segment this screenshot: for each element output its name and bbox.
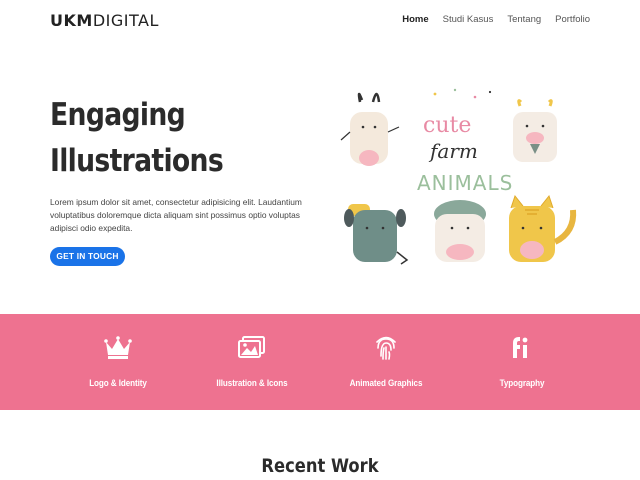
nav-item-studi-kasus[interactable]: Studi Kasus <box>443 14 494 25</box>
cute-farm-animals-lettering: cute farm ANIMALS <box>417 88 513 195</box>
service-illustration-icons[interactable]: Illustration & Icons <box>182 314 322 410</box>
lettering-farm: farm <box>428 139 478 163</box>
service-logo-identity[interactable]: Logo & Identity <box>48 314 188 410</box>
service-label: Illustration & Icons <box>216 378 288 388</box>
fingerprint-icon <box>376 336 396 360</box>
service-label: Logo & Identity <box>89 378 147 388</box>
service-animated-graphics[interactable]: Animated Graphics <box>316 314 456 410</box>
typography-icon <box>513 337 528 358</box>
images-icon <box>238 336 265 358</box>
nav-item-home[interactable]: Home <box>402 14 428 25</box>
hero-description: Lorem ipsum dolor sit amet, consectetur … <box>50 197 302 233</box>
dog-illustration <box>344 204 409 265</box>
service-label: Animated Graphics <box>349 378 423 388</box>
cat-illustration <box>509 194 577 262</box>
farm-animals-illustration: cute farm ANIMALS <box>340 88 577 265</box>
lettering-cute: cute <box>423 113 471 138</box>
nav-item-tentang[interactable]: Tentang <box>507 14 541 25</box>
hero-title-line-2: Illustrations <box>50 143 224 179</box>
service-label: Typography <box>499 378 545 388</box>
goat-illustration <box>513 99 557 162</box>
logo-bold-text: UKM <box>50 11 93 30</box>
lettering-animals: ANIMALS <box>417 171 513 195</box>
nav-item-portfolio[interactable]: Portfolio <box>555 14 590 25</box>
crown-icon <box>104 336 132 359</box>
hero-title: Engaging Illustrations <box>50 92 325 184</box>
recent-work-heading: Recent Work <box>261 455 379 477</box>
bunny-illustration <box>340 92 400 166</box>
hero-title-line-1: Engaging <box>50 97 186 133</box>
main-nav: Home Studi Kasus Tentang Portfolio <box>402 14 590 25</box>
service-typography[interactable]: Typography <box>452 314 592 410</box>
site-header: UKMDIGITAL Home Studi Kasus Tentang Port… <box>0 0 640 40</box>
site-logo[interactable]: UKMDIGITAL <box>50 11 159 30</box>
get-in-touch-button[interactable]: GET IN TOUCH <box>50 247 125 266</box>
sheep-illustration <box>434 200 486 262</box>
services-band: Logo & Identity Illustration & Icons Ani… <box>0 314 640 410</box>
logo-light-text: DIGITAL <box>92 11 159 30</box>
